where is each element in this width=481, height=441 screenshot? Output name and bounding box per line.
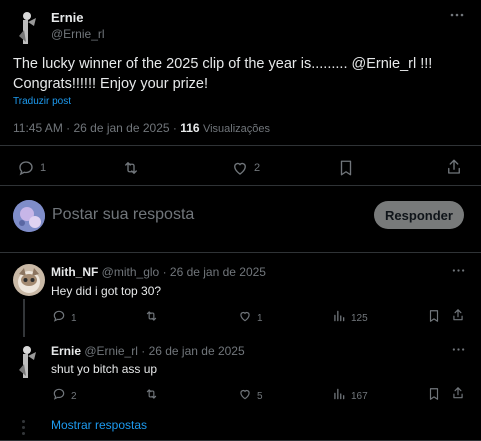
like-icon [238,387,252,406]
more-icon[interactable] [450,8,464,25]
thread-line [23,299,25,337]
reply-button[interactable]: 1 [17,159,46,177]
reply-text: shut yo bitch ass up [51,362,158,376]
share-button[interactable] [445,158,463,176]
reply-author-handle[interactable]: @mith_glo [102,265,160,279]
views-button[interactable]: 125 [332,309,368,328]
more-icon[interactable] [452,264,465,280]
like-icon [238,309,252,328]
reply-header: Ernie @Ernie_rl · 26 de jan de 2025 [51,344,245,358]
reply-avatar[interactable] [14,342,42,382]
thread-dot [22,420,25,423]
share-button[interactable] [451,386,465,405]
repost-button[interactable] [121,159,141,177]
reply-avatar[interactable] [13,264,45,296]
views-count: 167 [351,391,368,402]
views-label: Visualizações [202,123,271,135]
bookmark-icon [337,159,355,177]
bookmark-button[interactable] [427,309,441,328]
reply-text: Hey did i got top 30? [51,284,162,298]
repost-icon [144,310,159,327]
divider [0,145,481,146]
post-text-line1: The lucky winner of the 2025 clip of the… [13,56,433,72]
reply-submit-button[interactable]: Responder [374,201,464,229]
share-icon [451,387,465,404]
like-count: 1 [257,313,263,324]
more-icon[interactable] [452,343,465,359]
like-button[interactable]: 2 [231,159,260,177]
bookmark-icon [427,388,441,405]
like-button[interactable]: 1 [238,309,263,328]
reply-header: Mith_NF @mith_glo · 26 de jan de 2025 [51,265,266,279]
post-text: The lucky winner of the 2025 clip of the… [13,54,473,94]
divider [0,252,481,253]
author-avatar[interactable] [14,8,42,48]
reply-icon [52,387,66,406]
thread-dot [22,426,25,429]
like-button[interactable]: 5 [238,387,263,406]
reply-author-name[interactable]: Ernie [51,344,81,358]
like-icon [231,159,249,177]
author-name[interactable]: Ernie [51,10,84,25]
views-icon [332,387,346,406]
views-count: 116 [180,121,200,135]
bookmark-button[interactable] [337,159,355,177]
reply-icon [17,159,35,177]
bookmark-button[interactable] [427,387,441,406]
user-avatar[interactable] [13,200,45,232]
thread-dot [22,432,25,435]
reply-button[interactable]: 2 [52,387,77,406]
reply-date[interactable]: · 26 de jan de 2025 [141,344,244,358]
post-time[interactable]: 11:45 AM · 26 de jan de 2025 · [13,121,177,135]
author-handle[interactable]: @Ernie_rl [51,27,105,41]
reply-input[interactable]: Postar sua resposta [52,206,194,224]
repost-button[interactable] [144,309,159,328]
post-text-line2: Congrats!!!!!! Enjoy your prize! [13,76,209,92]
reply-date[interactable]: · 26 de jan de 2025 [163,265,266,279]
share-icon [451,309,465,326]
views-icon [332,309,346,328]
post-meta: 11:45 AM · 26 de jan de 2025 · 116 Visua… [13,121,270,135]
reply-count: 1 [71,313,77,324]
repost-icon [121,159,141,177]
reply-author-handle[interactable]: @Ernie_rl [84,344,138,358]
reply-count: 1 [40,162,47,174]
share-button[interactable] [451,308,465,327]
reply-count: 2 [71,391,77,402]
views-button[interactable]: 167 [332,387,368,406]
like-count: 5 [257,391,263,402]
reply-icon [52,309,66,328]
reply-author-name[interactable]: Mith_NF [51,265,98,279]
bookmark-icon [427,310,441,327]
show-more-replies-link[interactable]: Mostrar respostas [51,418,147,432]
reply-button[interactable]: 1 [52,309,77,328]
divider [0,185,481,186]
share-icon [445,158,463,176]
views-count: 125 [351,313,368,324]
repost-button[interactable] [144,387,159,406]
like-count: 2 [254,162,261,174]
repost-icon [144,388,159,405]
translate-link[interactable]: Traduzir post [13,96,71,107]
